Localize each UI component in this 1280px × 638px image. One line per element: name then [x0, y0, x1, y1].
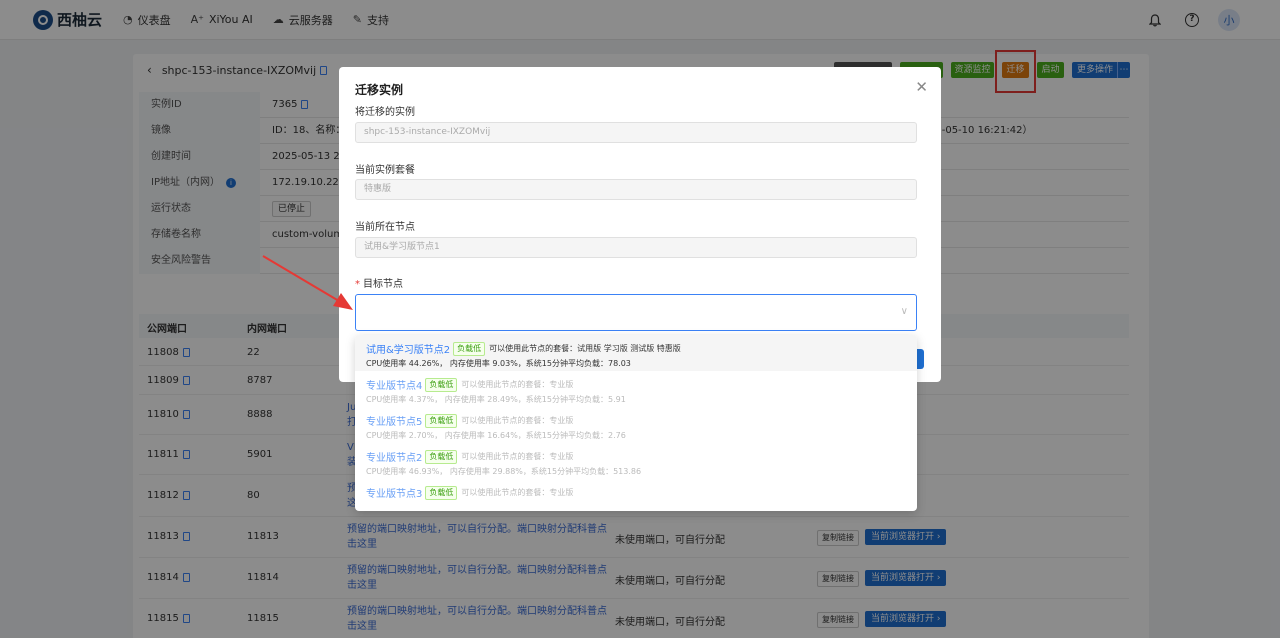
annotation-arrow-icon [262, 255, 353, 310]
